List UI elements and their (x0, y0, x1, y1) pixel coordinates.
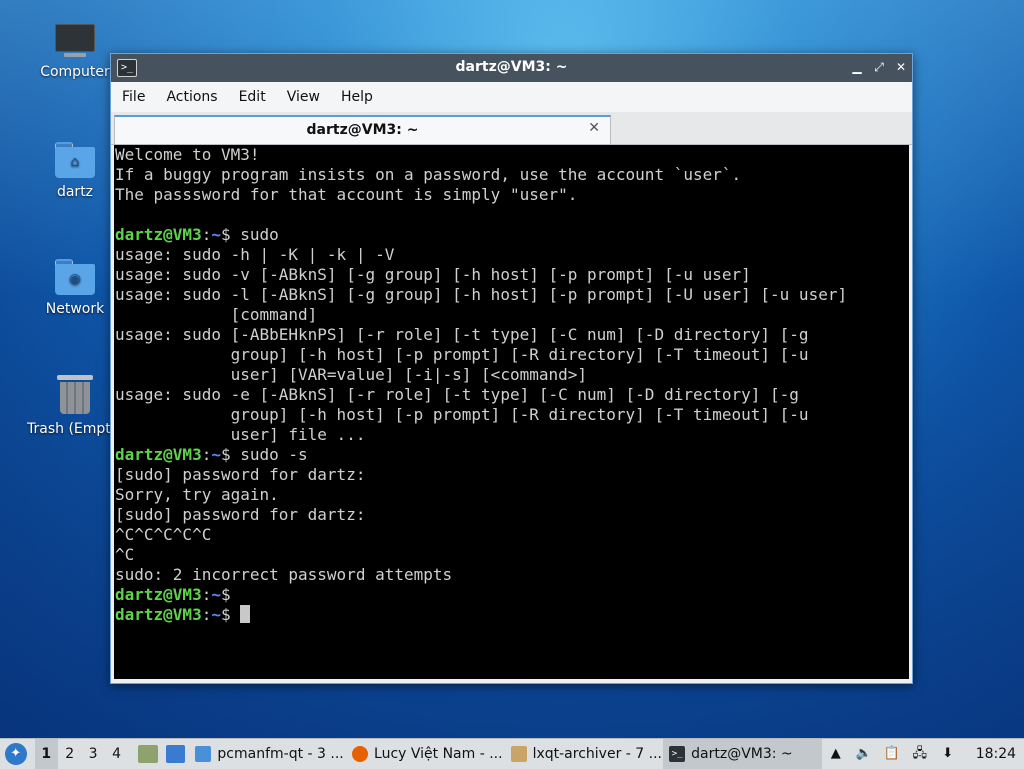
prompt-user: dartz@VM3 (115, 585, 202, 604)
prompt-command: $ (220, 605, 241, 624)
terminal-prompt-line: dartz@VM3:~$ sudo (115, 225, 909, 245)
terminal-line: [sudo] password for dartz: (115, 505, 366, 524)
terminal-line: Sorry, try again. (115, 485, 279, 504)
clock[interactable]: 18:24 (976, 746, 1016, 762)
terminal-line: usage: sudo -e [-ABknS] [-r role] [-t ty… (115, 385, 799, 404)
prompt-path: ~ (211, 445, 221, 464)
home-folder-icon: ⌂ (55, 142, 95, 178)
terminal-line: If a buggy program insists on a password… (115, 165, 742, 184)
desktop-icon-computer[interactable]: Computer (27, 24, 123, 80)
terminal-line: group] [-h host] [-p prompt] [-R directo… (115, 345, 809, 364)
terminal-line: user] [VAR=value] [-i|-s] [<command>] (115, 365, 588, 384)
desktop-icon-label: Network (45, 301, 105, 317)
terminal-prompt-line: dartz@VM3:~$ sudo -s (115, 445, 909, 465)
task-terminal[interactable]: >_ dartz@VM3: ~ (663, 739, 822, 769)
system-tray: ▲ 🔈 📋 🖧 ⬇ 18:24 (822, 745, 1024, 763)
tab-close-icon[interactable]: ✕ (588, 120, 600, 136)
workspace-2[interactable]: 2 (58, 746, 81, 762)
workspace-3[interactable]: 3 (81, 746, 104, 762)
terminal-prompt-line: dartz@VM3:~$ (115, 585, 909, 605)
desktop-icon-home[interactable]: ⌂ dartz (27, 142, 123, 200)
quicklaunch-files-icon[interactable] (138, 745, 158, 763)
show-desktop-icon[interactable] (165, 745, 186, 763)
archive-icon (510, 746, 527, 762)
menu-help[interactable]: Help (341, 89, 373, 105)
task-label: lxqt-archiver - 7 ... (532, 746, 662, 762)
text-cursor (240, 605, 251, 623)
desktop-icon-label: dartz (56, 184, 94, 200)
taskbar: ✦ 1 2 3 4 pcmanfm-qt - 3 ... Lucy Việt N… (0, 738, 1024, 769)
update-icon[interactable]: ⬇ (939, 745, 957, 763)
terminal-prompt-line: dartz@VM3:~$ (115, 605, 909, 625)
terminal-line: [sudo] password for dartz: (115, 465, 366, 484)
menu-actions[interactable]: Actions (166, 89, 217, 105)
terminal-line: ^C^C^C^C^C (115, 525, 212, 544)
terminal-line: Welcome to VM3! (115, 145, 260, 164)
task-label: pcmanfm-qt - 3 ... (217, 746, 344, 762)
prompt-path: ~ (211, 605, 221, 624)
terminal-line: ^C (115, 545, 135, 564)
terminal-line: sudo: 2 incorrect password attempts (115, 565, 453, 584)
up-arrow-icon[interactable]: ▲ (827, 745, 845, 763)
prompt-separator: : (201, 585, 212, 604)
terminal-window: >_ dartz@VM3: ~ ▁ ⤢ ✕ File Actions Edit … (110, 53, 913, 684)
task-archiver[interactable]: lxqt-archiver - 7 ... (505, 739, 664, 769)
window-titlebar[interactable]: >_ dartz@VM3: ~ ▁ ⤢ ✕ (111, 54, 912, 82)
desktop-icon-label: Computer (40, 64, 110, 80)
volume-icon[interactable]: 🔈 (855, 745, 873, 763)
desktop-icon-trash[interactable]: Trash (Empty) (27, 375, 123, 437)
prompt-user: dartz@VM3 (115, 225, 202, 244)
menu-edit[interactable]: Edit (239, 89, 266, 105)
network-icon[interactable]: 🖧 (911, 745, 929, 763)
tab-terminal[interactable]: dartz@VM3: ~ ✕ (114, 115, 611, 144)
trash-icon (57, 375, 93, 415)
prompt-path: ~ (211, 225, 221, 244)
terminal-text: Welcome to VM3! If a buggy program insist… (114, 145, 909, 625)
tab-bar: dartz@VM3: ~ ✕ (111, 112, 912, 145)
computer-icon (55, 24, 95, 58)
prompt-separator: : (201, 445, 212, 464)
terminal-icon: >_ (669, 746, 686, 762)
prompt-separator: : (201, 225, 212, 244)
menu-view[interactable]: View (287, 89, 320, 105)
menu-bar: File Actions Edit View Help (111, 82, 912, 112)
tab-label: dartz@VM3: ~ (306, 122, 419, 138)
prompt-path: ~ (211, 585, 221, 604)
network-folder-icon: ◉ (55, 259, 95, 295)
workspace-1[interactable]: 1 (34, 739, 58, 769)
task-label: Lucy Việt Nam - ... (374, 746, 503, 762)
start-menu-icon[interactable]: ✦ (5, 743, 27, 765)
workspace-4[interactable]: 4 (105, 746, 128, 762)
prompt-user: dartz@VM3 (115, 445, 202, 464)
clipboard-icon[interactable]: 📋 (883, 745, 901, 763)
terminal-line: The passsword for that account is simply… (115, 185, 578, 204)
close-icon[interactable]: ✕ (893, 59, 909, 75)
menu-file[interactable]: File (122, 89, 145, 105)
prompt-user: dartz@VM3 (115, 605, 202, 624)
terminal-line: usage: sudo -l [-ABknS] [-g group] [-h h… (115, 285, 848, 304)
terminal-line: usage: sudo [-ABbEHknPS] [-r role] [-t t… (115, 325, 809, 344)
desktop-icon-network[interactable]: ◉ Network (27, 259, 123, 317)
firefox-icon (352, 746, 369, 762)
folder-icon (195, 746, 212, 762)
task-pcmanfm[interactable]: pcmanfm-qt - 3 ... (189, 739, 346, 769)
task-label: dartz@VM3: ~ (691, 746, 793, 762)
terminal-line: group] [-h host] [-p prompt] [-R directo… (115, 405, 809, 424)
prompt-command: $ sudo (220, 225, 279, 244)
terminal-line: [command] (115, 305, 318, 324)
prompt-command: $ sudo -s (220, 445, 308, 464)
desktop-icon-label: Trash (Empty) (27, 421, 123, 437)
terminal-line: usage: sudo -v [-ABknS] [-g group] [-h h… (115, 265, 751, 284)
terminal-line: user] file ... (115, 425, 366, 444)
maximize-icon[interactable]: ⤢ (871, 59, 887, 75)
prompt-command: $ (220, 585, 231, 604)
terminal-output[interactable]: Welcome to VM3! If a buggy program insist… (114, 145, 909, 679)
task-firefox[interactable]: Lucy Việt Nam - ... (346, 739, 505, 769)
minimize-icon[interactable]: ▁ (849, 59, 865, 75)
prompt-separator: : (201, 605, 212, 624)
window-title: dartz@VM3: ~ (455, 59, 568, 75)
terminal-line: usage: sudo -h | -K | -k | -V (115, 245, 395, 264)
